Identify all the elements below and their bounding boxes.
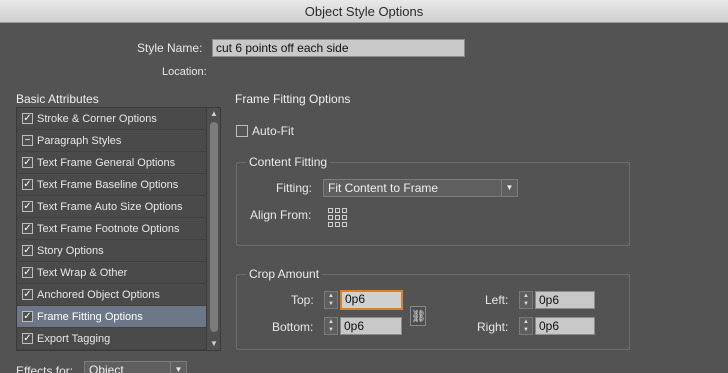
list-item-stroke-corner[interactable]: ✓ Stroke & Corner Options: [17, 108, 209, 130]
fitting-label: Fitting:: [276, 181, 313, 195]
list-item-label: Export Tagging: [37, 333, 111, 345]
list-item-text-frame-baseline[interactable]: ✓ Text Frame Baseline Options: [17, 174, 209, 196]
chevron-down-icon[interactable]: ▼: [520, 326, 532, 334]
list-item-frame-fitting[interactable]: ✓ Frame Fitting Options: [17, 306, 209, 328]
chevron-up-icon[interactable]: ▲: [520, 292, 532, 300]
crop-bottom-label: Bottom:: [272, 320, 314, 334]
crop-right-stepper[interactable]: ▲ ▼: [519, 317, 533, 335]
crop-left-stepper[interactable]: ▲ ▼: [519, 291, 533, 309]
crop-right-label: Right:: [477, 320, 509, 334]
list-item-label: Stroke & Corner Options: [37, 113, 157, 125]
list-item-label: Frame Fitting Options: [37, 311, 143, 323]
list-item-text-frame-auto-size[interactable]: ✓ Text Frame Auto Size Options: [17, 196, 209, 218]
chevron-down-icon[interactable]: ▼: [325, 326, 337, 334]
list-item-label: Text Frame Baseline Options: [37, 179, 179, 191]
list-item-story-options[interactable]: ✓ Story Options: [17, 240, 209, 262]
reference-point-proxy-icon[interactable]: [328, 208, 348, 228]
chevron-down-icon[interactable]: ▼: [325, 300, 337, 308]
checkbox-checked-icon[interactable]: ✓: [22, 113, 33, 124]
basic-attributes-list: ✓ Stroke & Corner Options − Paragraph St…: [16, 107, 221, 351]
checkbox-checked-icon[interactable]: ✓: [22, 311, 33, 322]
auto-fit-label: Auto-Fit: [252, 124, 295, 138]
list-item-label: Text Frame General Options: [37, 157, 176, 169]
crop-amount-title: Crop Amount: [246, 267, 323, 281]
auto-fit-checkbox[interactable]: [236, 125, 248, 137]
chain-link-icon[interactable]: ⛓: [410, 306, 426, 326]
fitting-value: Fit Content to Frame: [328, 181, 439, 195]
checkbox-checked-icon[interactable]: ✓: [22, 179, 33, 190]
checkbox-checked-icon[interactable]: ✓: [22, 157, 33, 168]
content-fitting-group: [236, 162, 630, 246]
chevron-down-icon: ▼: [501, 180, 517, 196]
effects-for-label: Effects for:: [16, 364, 74, 373]
scroll-up-icon[interactable]: ▲: [207, 108, 221, 120]
basic-attributes-header: Basic Attributes: [16, 92, 99, 106]
scroll-down-icon[interactable]: ▼: [207, 338, 221, 350]
checkbox-checked-icon[interactable]: ✓: [22, 201, 33, 212]
crop-left-input[interactable]: 0p6: [535, 291, 595, 309]
chevron-up-icon[interactable]: ▲: [520, 318, 532, 326]
crop-bottom-stepper[interactable]: ▲ ▼: [324, 317, 338, 335]
list-item-text-wrap-other[interactable]: ✓ Text Wrap & Other: [17, 262, 209, 284]
checkbox-checked-icon[interactable]: ✓: [22, 267, 33, 278]
effects-for-value: Object: [89, 363, 124, 373]
crop-right-input[interactable]: 0p6: [535, 317, 595, 335]
chevron-down-icon[interactable]: ▼: [520, 300, 532, 308]
align-from-label: Align From:: [250, 208, 312, 222]
list-scrollbar[interactable]: ▲ ▼: [206, 108, 220, 350]
checkbox-checked-icon[interactable]: ✓: [22, 223, 33, 234]
crop-left-label: Left:: [485, 293, 509, 307]
crop-bottom-input[interactable]: 0p6: [340, 317, 402, 335]
content-fitting-title: Content Fitting: [246, 155, 331, 169]
list-item-label: Text Frame Auto Size Options: [37, 201, 183, 213]
chevron-up-icon[interactable]: ▲: [325, 292, 337, 300]
list-item-label: Anchored Object Options: [37, 289, 160, 301]
crop-top-label: Top:: [291, 293, 314, 307]
crop-top-stepper[interactable]: ▲ ▼: [324, 291, 338, 309]
window-title: Object Style Options: [304, 4, 424, 19]
style-name-input[interactable]: cut 6 points off each side: [212, 39, 465, 57]
list-item-text-frame-footnote[interactable]: ✓ Text Frame Footnote Options: [17, 218, 209, 240]
crop-amount-group: [236, 274, 630, 350]
crop-top-input[interactable]: 0p6: [340, 290, 403, 310]
list-item-label: Text Wrap & Other: [37, 267, 128, 279]
location-label: Location:: [162, 66, 207, 78]
list-item-paragraph-styles[interactable]: − Paragraph Styles: [17, 130, 209, 152]
effects-for-select[interactable]: Object ▼: [84, 361, 187, 373]
chevron-down-icon: ▼: [170, 362, 186, 373]
list-item-label: Text Frame Footnote Options: [37, 223, 180, 235]
list-item-anchored-object[interactable]: ✓ Anchored Object Options: [17, 284, 209, 306]
checkbox-checked-icon[interactable]: ✓: [22, 289, 33, 300]
fitting-select[interactable]: Fit Content to Frame ▼: [323, 179, 518, 197]
list-item-export-tagging[interactable]: ✓ Export Tagging: [17, 328, 209, 350]
list-item-label: Story Options: [37, 245, 104, 257]
frame-fitting-header: Frame Fitting Options: [235, 92, 351, 106]
style-name-label: Style Name:: [137, 41, 203, 55]
list-item-label: Paragraph Styles: [37, 135, 122, 147]
checkbox-mixed-icon[interactable]: −: [22, 135, 33, 146]
chevron-up-icon[interactable]: ▲: [325, 318, 337, 326]
scroll-thumb[interactable]: [210, 122, 218, 332]
window-titlebar: Object Style Options: [0, 0, 728, 23]
checkbox-checked-icon[interactable]: ✓: [22, 333, 33, 344]
checkbox-checked-icon[interactable]: ✓: [22, 245, 33, 256]
list-item-text-frame-general[interactable]: ✓ Text Frame General Options: [17, 152, 209, 174]
